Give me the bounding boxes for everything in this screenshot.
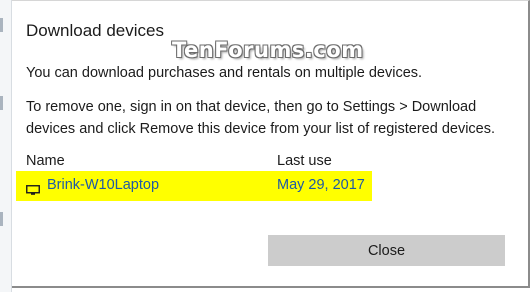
column-header-last-use: Last use: [277, 153, 332, 169]
watermark-logo: TenForums.com: [172, 38, 364, 62]
column-header-name: Name: [26, 153, 65, 169]
background-window-edge: [0, 0, 12, 292]
device-last-use: May 29, 2017: [277, 177, 365, 193]
device-row[interactable]: Brink-W10Laptop May 29, 2017: [16, 171, 372, 201]
background-edge-mark: [0, 96, 3, 110]
close-button[interactable]: Close: [268, 235, 505, 266]
monitor-icon: [26, 182, 40, 195]
dialog-title: Download devices: [26, 21, 164, 40]
dialog-description: You can download purchases and rentals o…: [26, 65, 423, 81]
background-edge-mark: [0, 212, 3, 226]
background-edge-mark: [0, 18, 3, 32]
device-name: Brink-W10Laptop: [47, 177, 160, 193]
download-devices-dialog: Download devices TenForums.com You can d…: [12, 0, 530, 288]
dialog-instructions: To remove one, sign in on that device, t…: [26, 99, 496, 137]
